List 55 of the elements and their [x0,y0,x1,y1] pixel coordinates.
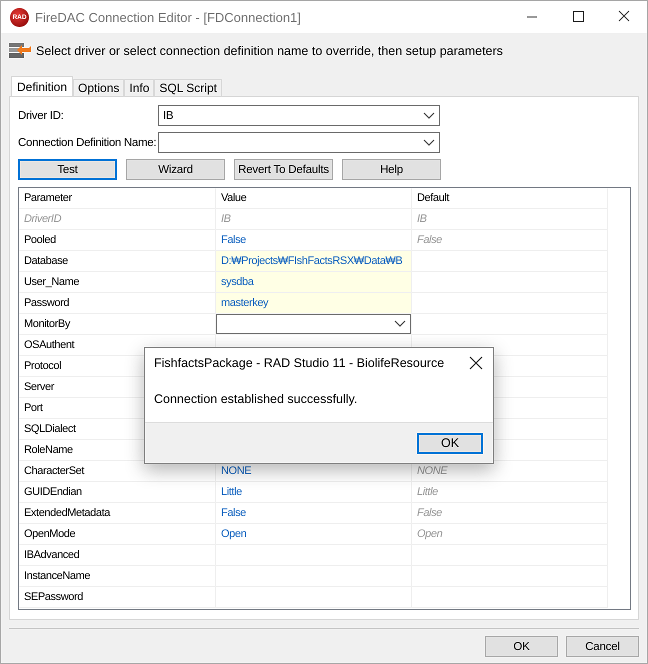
column-header: Default [416,191,450,206]
parameter-name: OpenMode [24,528,76,540]
value-cell[interactable]: Open [216,524,411,544]
help-button[interactable]: Help [342,159,441,180]
parameter-name: IBAdvanced [24,549,80,561]
parameter-name: SQLDialect [24,423,76,435]
parameter-name: Server [24,381,54,393]
test-button[interactable]: Test [18,159,117,180]
parameter-name: User_Name [24,276,80,288]
value-cell[interactable]: sysdba [216,272,411,292]
dialog-title: FishfactsPackage - RAD Studio 11 - BiolifeResource [154,356,446,370]
parameter-name: Port [24,402,43,414]
default-cell-text: IB [416,212,428,227]
parameter-name: CharacterSet [24,465,84,477]
ok-button[interactable]: OK [417,432,483,454]
tab[interactable]: Options [73,79,124,96]
cancel-button[interactable]: Cancel [566,636,639,657]
header-text: Select driver or select connection definition name to override, then setup parameters [36,44,503,58]
default-cell-text: NONE [416,464,449,479]
value-cell[interactable]: masterkey [216,293,411,313]
parameter-name: Password [24,297,70,309]
parameter-name: MonitorBy [24,318,70,330]
value-cell[interactable]: Little [216,482,411,502]
ok-button[interactable]: OK [485,636,558,657]
field-label: Driver ID: [18,110,65,122]
parameter-name: InstanceName [24,570,90,582]
parameter-name: DriverID [24,213,62,225]
column-header: Parameter [23,191,73,206]
revert-button[interactable]: Revert To Defaults [234,159,333,180]
value-cell[interactable]: NONE [216,461,411,481]
parameter-name: Database [24,255,68,267]
dialog-message: Connection established successfully. [153,391,358,408]
wizard-button[interactable]: Wizard [126,159,225,180]
parameter-name: ExtendedMetadata [24,507,110,519]
value-cell[interactable]: False [216,230,411,250]
parameter-name: SEPassword [24,591,83,603]
tab[interactable]: SQL Script [154,79,222,96]
window-title: FireDAC Connection Editor - [FDConnection1] [35,10,302,24]
tab[interactable]: Definition [11,76,74,96]
default-cell-text: Little [416,485,439,500]
parameter-name: OSAuthent [24,339,74,351]
parameter-name: RoleName [24,444,73,456]
dropdown-field[interactable]: IB [158,105,440,126]
value-cell[interactable]: D:₩Projects₩FIshFactsRSX₩Data₩B [216,251,411,271]
column-header: Value [220,191,248,206]
value-cell[interactable]: False [216,503,411,523]
default-cell-text: False [416,506,443,521]
value-cell-text: IB [220,212,232,227]
parameter-name: Pooled [24,234,56,246]
default-cell-text: Open [416,527,444,542]
parameter-name: Protocol [24,360,62,372]
field-label: Connection Definition Name: [18,136,158,148]
tab[interactable]: Info [124,79,154,96]
default-cell-text: False [416,233,443,248]
parameter-name: GUIDEndian [24,486,82,498]
